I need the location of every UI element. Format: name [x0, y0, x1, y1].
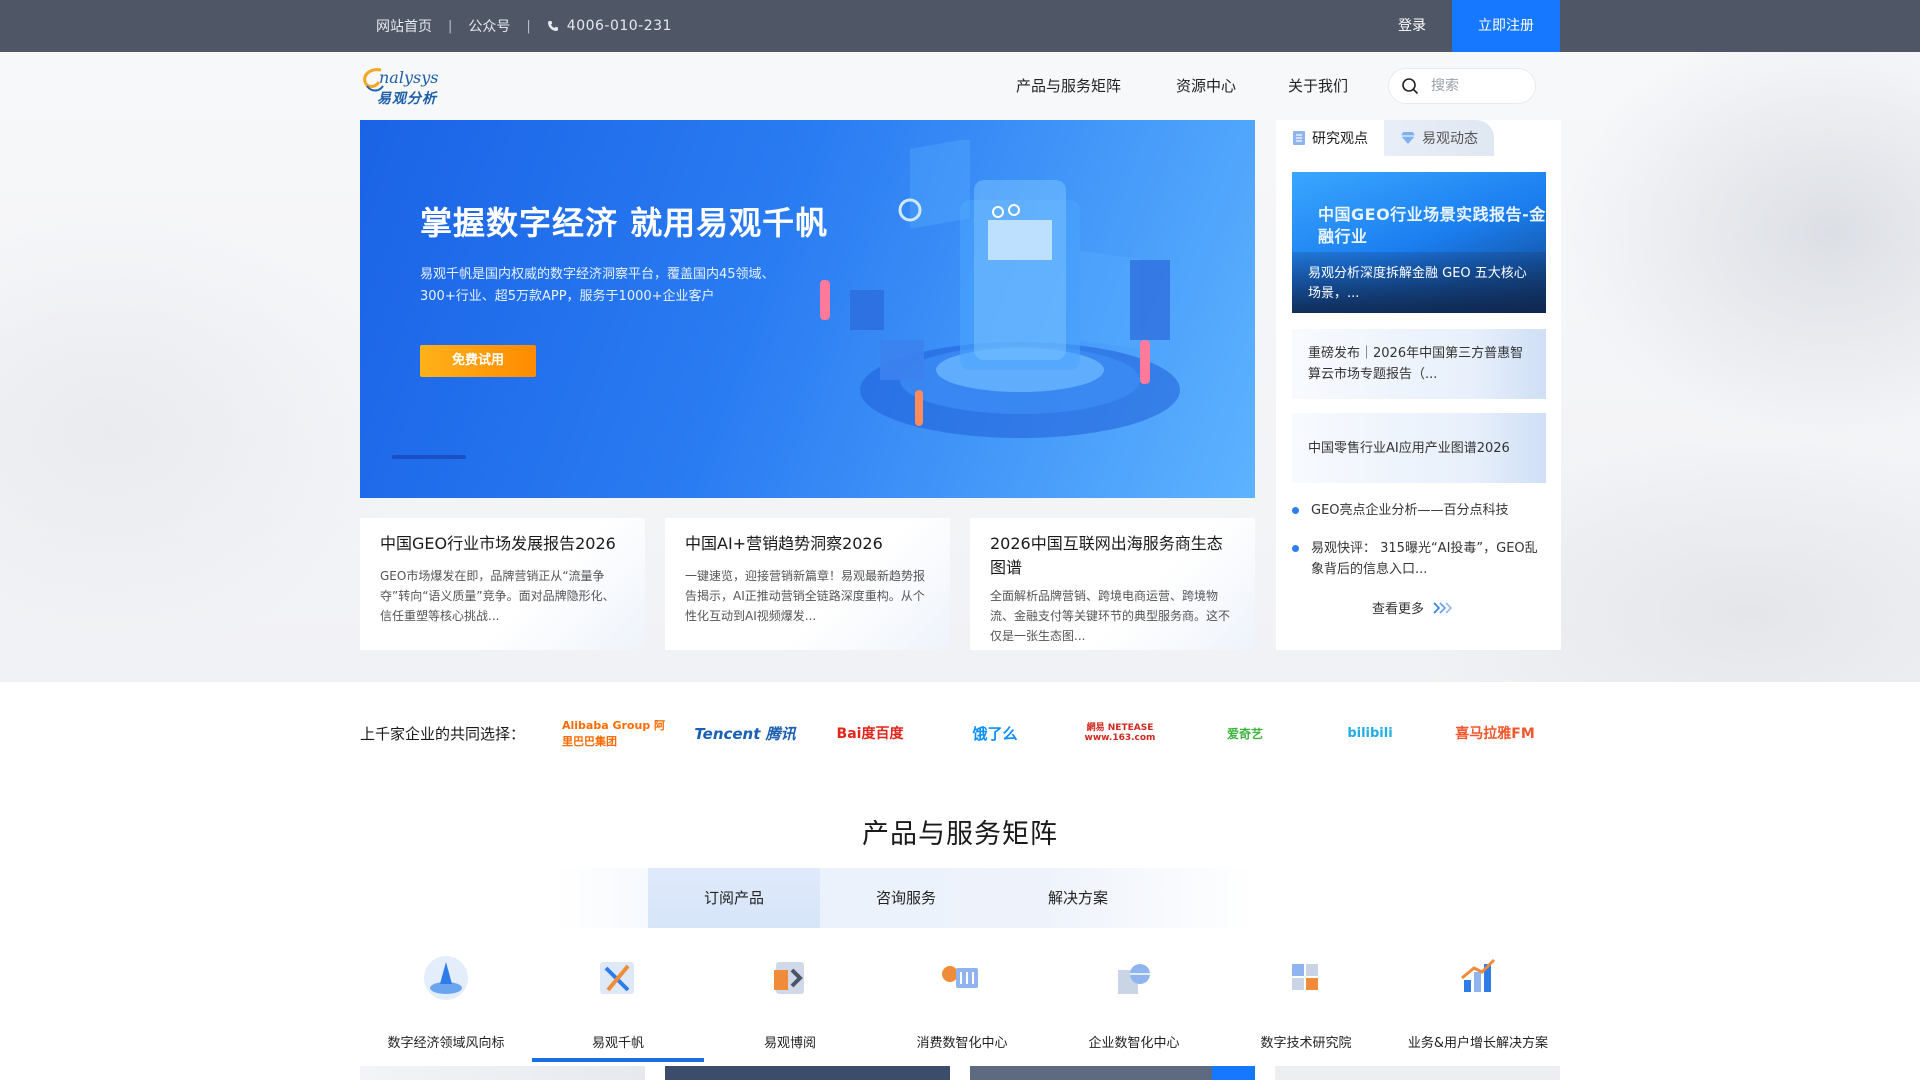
- brand-logo[interactable]: nalysys 易观分析: [361, 66, 445, 108]
- side-panel: 研究观点 易观动态 中国GEO行业场景实践报告-金融行业 易观分析深度拆解金融 …: [1276, 120, 1561, 650]
- separator: |: [448, 18, 453, 34]
- tab-subscription[interactable]: 订阅产品: [648, 868, 820, 928]
- next-card-preview: [970, 1066, 1255, 1080]
- section-title: 产品与服务矩阵: [862, 819, 1058, 850]
- tab-solutions[interactable]: 解决方案: [992, 868, 1164, 928]
- top-utility-bar: 网站首页 | 公众号 | 4006-010-231 登录 立即注册: [0, 0, 1920, 52]
- nav-products[interactable]: 产品与服务矩阵: [1016, 68, 1121, 102]
- product-label: 业务&用户增长解决方案: [1407, 1036, 1549, 1051]
- logo-text-en: nalysys: [379, 68, 439, 87]
- next-card-preview: [665, 1066, 950, 1080]
- tab-research-label: 研究观点: [1312, 131, 1368, 147]
- compass-icon: [424, 956, 468, 1000]
- partner-logo-iqiyi: 爱奇艺: [1226, 726, 1263, 741]
- shopping-cart-icon: [942, 966, 978, 988]
- banner-description: 易观千帆是国内权威的数字经济洞察平台，覆盖国内45领域、300+行业、超5万款A…: [420, 267, 775, 304]
- featured-report[interactable]: 中国GEO行业场景实践报告-金融行业 易观分析深度拆解金融 GEO 五大核心场景…: [1292, 172, 1546, 313]
- double-chevron-right-icon: [1433, 601, 1453, 614]
- bullet-news-text: GEO亮点企业分析——百分点科技: [1311, 503, 1509, 518]
- data-platform-illustration: [820, 140, 1180, 438]
- diamond-icon: [1401, 132, 1415, 144]
- product-tabs: 订阅产品 咨询服务 解决方案: [556, 868, 1256, 928]
- partner-logo-netease: 網易 NETEASE www.163.com: [1084, 723, 1156, 743]
- search-box[interactable]: [1388, 68, 1536, 104]
- enterprise-globe-icon: [1118, 964, 1150, 994]
- play-box-icon: [774, 962, 804, 994]
- search-icon: [1402, 78, 1419, 95]
- partners-label: 上千家企业的共同选择：: [360, 725, 526, 743]
- news-item[interactable]: 重磅发布｜2026年中国第三方普惠智算云市场专题报告（...: [1292, 329, 1546, 399]
- report-card-desc: GEO市场爆发在即，品牌营销正从“流量争夺”转向“语义质量”竞争。面对品牌隐形化…: [380, 569, 615, 623]
- partner-logo-eleme: 饿了么: [972, 724, 1018, 743]
- partner-logo-baidu: Bai度百度: [836, 726, 904, 742]
- next-card-preview: [1275, 1066, 1560, 1080]
- tab-news[interactable]: 易观动态: [1384, 120, 1494, 156]
- partner-logo-ximalaya: 喜马拉雅FM: [1455, 726, 1535, 742]
- report-card-title: 2026中国互联网出海服务商生态图谱: [990, 534, 1223, 577]
- view-more-label: 查看更多: [1372, 602, 1425, 617]
- report-card[interactable]: 2026中国互联网出海服务商生态图谱 全面解析品牌营销、跨境电商运营、跨境物流、…: [970, 518, 1255, 650]
- top-links: 网站首页 | 公众号 | 4006-010-231: [376, 0, 672, 52]
- tab-news-label: 易观动态: [1422, 131, 1478, 147]
- product-item[interactable]: 易观千帆: [532, 950, 704, 1051]
- report-card-title: 中国GEO行业市场发展报告2026: [380, 534, 616, 553]
- product-label: 易观博阅: [763, 1036, 816, 1051]
- phone-icon: [547, 21, 558, 31]
- logo-text-zh: 易观分析: [377, 91, 437, 107]
- banner-headline: 掌握数字经济 就用易观千帆: [420, 204, 829, 242]
- product-item[interactable]: 易观博阅: [704, 950, 876, 1051]
- partner-logo-bilibili: bilibili: [1347, 725, 1393, 741]
- product-item[interactable]: 数字经济领域风向标: [360, 950, 532, 1051]
- report-card[interactable]: 中国AI+营销趋势洞察2026 一键速览，迎接营销新篇章！易观最新趋势报告揭示，…: [665, 518, 950, 650]
- carousel-indicator-active[interactable]: [392, 455, 466, 459]
- document-icon: [1293, 131, 1305, 145]
- tab-research[interactable]: 研究观点: [1276, 120, 1384, 156]
- growth-chart-icon: [1461, 958, 1496, 992]
- news-item[interactable]: 中国零售行业AI应用产业图谱2026: [1292, 413, 1546, 483]
- login-link[interactable]: 登录: [1398, 0, 1426, 52]
- partner-logo-alibaba: Alibaba Group 阿里巴巴集团: [562, 719, 666, 748]
- partner-logo-tencent: Tencent 腾讯: [694, 724, 796, 743]
- register-button[interactable]: 立即注册: [1452, 0, 1560, 52]
- report-card-desc: 全面解析品牌营销、跨境电商运营、跨境物流、金融支付等关键环节的典型服务商。这不仅…: [990, 589, 1231, 643]
- free-trial-button[interactable]: 免费试用: [420, 345, 536, 377]
- phone-link[interactable]: 4006-010-231: [547, 18, 672, 34]
- bullet-dot: [1292, 545, 1299, 552]
- nav-about[interactable]: 关于我们: [1288, 68, 1348, 102]
- report-card-title: 中国AI+营销趋势洞察2026: [685, 534, 883, 553]
- phone-number: 4006-010-231: [566, 18, 672, 34]
- product-item[interactable]: 消费数智化中心: [876, 950, 1048, 1051]
- hero-banner[interactable]: 掌握数字经济 就用易观千帆 易观千帆是国内权威的数字经济洞察平台，覆盖国内45领…: [360, 120, 1255, 498]
- featured-banner-text: 中国GEO行业场景实践报告-金融行业: [1318, 205, 1546, 246]
- active-product-underline: [532, 1058, 704, 1062]
- product-label: 易观千帆: [591, 1036, 644, 1051]
- bullet-dot: [1292, 507, 1299, 514]
- search-input[interactable]: [1431, 78, 1521, 94]
- product-label: 消费数智化中心: [916, 1036, 1008, 1051]
- product-label: 数字技术研究院: [1260, 1036, 1352, 1051]
- sail-analytics-icon: [600, 962, 634, 994]
- bullet-news-text: 易观快评： 315曝光“AI投毒”，GEO乱象背后的信息入口...: [1311, 541, 1538, 577]
- nav-resources[interactable]: 资源中心: [1176, 68, 1236, 102]
- view-more-link[interactable]: 查看更多: [1372, 598, 1454, 617]
- report-card-desc: 一键速览，迎接营销新篇章！易观最新趋势报告揭示，AI正推动营销全链路深度重构。从…: [685, 569, 926, 623]
- product-item[interactable]: 数字技术研究院: [1220, 950, 1392, 1051]
- tab-consulting[interactable]: 咨询服务: [820, 868, 992, 928]
- product-item[interactable]: 业务&用户增长解决方案: [1392, 950, 1564, 1051]
- home-link[interactable]: 网站首页: [376, 16, 432, 36]
- bullet-news-item[interactable]: 易观快评： 315曝光“AI投毒”，GEO乱象背后的信息入口...: [1292, 538, 1546, 580]
- report-card[interactable]: 中国GEO行业市场发展报告2026 GEO市场爆发在即，品牌营销正从“流量争夺”…: [360, 518, 645, 650]
- product-item[interactable]: 企业数智化中心: [1048, 950, 1220, 1051]
- cubes-icon: [1292, 964, 1318, 990]
- side-tabs: 研究观点 易观动态: [1276, 120, 1561, 156]
- featured-caption: 易观分析深度拆解金融 GEO 五大核心场景，...: [1308, 266, 1527, 301]
- product-label: 数字经济领域风向标: [387, 1036, 505, 1051]
- next-card-preview: [360, 1066, 645, 1080]
- official-account-link[interactable]: 公众号: [468, 16, 510, 36]
- bullet-news-item[interactable]: GEO亮点企业分析——百分点科技: [1292, 500, 1546, 521]
- product-label: 企业数智化中心: [1088, 1036, 1180, 1051]
- separator: |: [526, 18, 531, 34]
